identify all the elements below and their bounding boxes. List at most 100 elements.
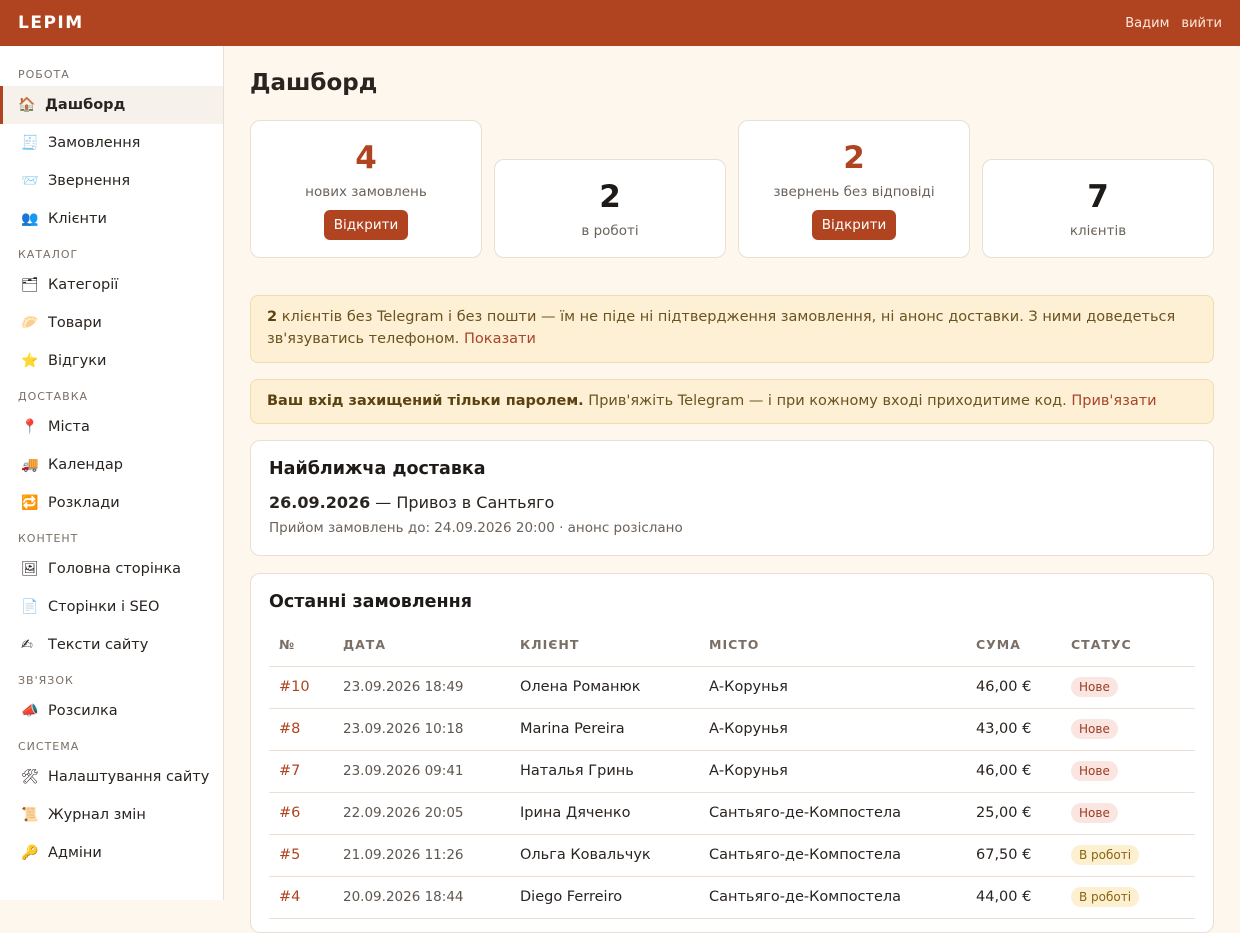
order-client: Ольга Ковальчук	[520, 847, 651, 863]
order-city-cell: А-Корунья	[709, 666, 976, 709]
order-client: Diego Ferreiro	[520, 889, 623, 905]
sidebar-item-icon: 📍	[21, 419, 39, 435]
order-status: В роботі	[1071, 887, 1140, 907]
user-link[interactable]: Вадим	[1125, 16, 1169, 31]
sidebar-item-label: Налаштування сайту	[48, 769, 210, 785]
delivery-date: 26.09.2026	[269, 493, 371, 512]
recent-orders-card: Останні замовлення № ДАТА КЛІЄНТ МІСТО С…	[250, 573, 1214, 933]
order-status: Нове	[1071, 719, 1118, 739]
brand-logo[interactable]: LEPIM	[18, 13, 84, 33]
sidebar-item[interactable]: 🔑 Адміни	[0, 834, 223, 872]
alert-text: клієнтів без Telegram і без пошти — їм н…	[267, 309, 1176, 347]
order-client-cell: Ірина Дяченко	[520, 792, 709, 835]
page-title: Дашборд	[250, 70, 378, 96]
order-status-cell: Нове	[1071, 708, 1195, 751]
order-city-cell: Сантьяго-де-Компостела	[709, 834, 976, 877]
order-date: 23.09.2026 09:41	[343, 763, 464, 779]
order-sum-cell: 67,50 €	[976, 834, 1071, 877]
sidebar-item-label: Відгуки	[48, 353, 107, 369]
sidebar-item[interactable]: ⭐ Відгуки	[0, 342, 223, 380]
order-status: В роботі	[1071, 845, 1140, 865]
sidebar-item[interactable]: 📍 Міста	[0, 408, 223, 446]
order-number-cell: #5	[269, 834, 343, 877]
sidebar-item[interactable]: 📄 Сторінки і SEO	[0, 588, 223, 626]
table-row[interactable]: #10 23.09.2026 18:49 Олена Романюк А-Корунь…	[269, 666, 1195, 709]
show-clients-link[interactable]: Показати	[464, 331, 536, 347]
col-city: МІСТО	[709, 624, 976, 667]
sidebar-item-label: Розсилка	[48, 703, 118, 719]
order-city: А-Корунья	[709, 679, 788, 695]
order-status-cell: Нове	[1071, 666, 1195, 709]
alert-bold: Ваш вхід захищений тільки паролем.	[267, 393, 584, 409]
order-number[interactable]: #6	[279, 805, 300, 821]
stat-in-progress: 2 в роботі	[494, 159, 726, 258]
sidebar-item[interactable]: 📨 Звернення	[0, 162, 223, 200]
order-date-cell: 23.09.2026 10:18	[343, 708, 520, 751]
table-row[interactable]: #7 23.09.2026 09:41 Наталья Гринь А-Корунья…	[269, 750, 1195, 793]
col-sum: СУМА	[976, 624, 1071, 667]
stat-label: в роботі	[581, 223, 639, 239]
order-date: 21.09.2026 11:26	[343, 847, 464, 863]
order-number[interactable]: #10	[279, 679, 310, 695]
open-requests-button[interactable]: Відкрити	[811, 210, 897, 240]
orders-header-row: № ДАТА КЛІЄНТ МІСТО СУМА СТАТУС	[269, 624, 1195, 667]
sidebar-item[interactable]: 🖼 Головна сторінка	[0, 550, 223, 588]
sidebar-item-label: Розклади	[48, 495, 120, 511]
order-number-cell: #6	[269, 792, 343, 835]
sidebar-item-icon: 👥	[21, 211, 39, 227]
order-number[interactable]: #5	[279, 847, 300, 863]
sidebar-group-header: ДОСТАВКА	[18, 390, 89, 403]
sidebar-item[interactable]: 🏠 Дашборд	[0, 86, 223, 124]
alert-count: 2	[267, 309, 278, 325]
link-telegram-link[interactable]: Прив'язати	[1071, 393, 1156, 409]
col-client: КЛІЄНТ	[520, 624, 709, 667]
sidebar-item-icon: 📨	[21, 173, 39, 189]
sidebar-item-icon: ✍	[21, 637, 33, 653]
order-date: 22.09.2026 20:05	[343, 805, 464, 821]
sidebar-group-header: СИСТЕМА	[18, 740, 80, 753]
logout-link[interactable]: вийти	[1181, 16, 1222, 31]
sidebar-item[interactable]: ✍ Тексти сайту	[0, 626, 223, 664]
delivery-name: — Привоз в Сантьяго	[370, 493, 555, 512]
open-new-orders-button[interactable]: Відкрити	[323, 210, 409, 240]
table-row[interactable]: #6 22.09.2026 20:05 Ірина Дяченко Сантьяго-…	[269, 792, 1195, 835]
table-row[interactable]: #4 20.09.2026 18:44 Diego Ferreiro Сантьяго…	[269, 876, 1195, 919]
sidebar-item[interactable]: 🔁 Розклади	[0, 484, 223, 522]
order-number[interactable]: #8	[279, 721, 300, 737]
sidebar-item-icon: 🏠	[18, 97, 36, 113]
order-status: Нове	[1071, 677, 1118, 697]
sidebar-item[interactable]: 🚚 Календар	[0, 446, 223, 484]
sidebar-item[interactable]: 🛠 Налаштування сайту	[0, 758, 223, 796]
order-client: Marina Pereira	[520, 721, 625, 737]
delivery-meta: Прийом замовлень до: 24.09.2026 20:00 · …	[269, 520, 683, 536]
order-status-cell: Нове	[1071, 750, 1195, 793]
sidebar-group: ДОСТАВКА 📍 Міста 🚚 Календар 🔁 Розклади	[0, 380, 223, 522]
sidebar-item[interactable]: 📜 Журнал змін	[0, 796, 223, 834]
order-number[interactable]: #4	[279, 889, 300, 905]
sidebar-item[interactable]: 👥 Клієнти	[0, 200, 223, 238]
sidebar-item-icon: 🗂	[21, 277, 39, 293]
order-number[interactable]: #7	[279, 763, 300, 779]
sidebar-item[interactable]: 🧾 Замовлення	[0, 124, 223, 162]
sidebar-item-icon: 🥟	[21, 315, 39, 331]
order-client-cell: Ольга Ковальчук	[520, 834, 709, 877]
sidebar-group-header: КОНТЕНТ	[18, 532, 79, 545]
sidebar-item-label: Міста	[48, 419, 90, 435]
sidebar-item[interactable]: 📣 Розсилка	[0, 692, 223, 730]
table-row[interactable]: #5 21.09.2026 11:26 Ольга Ковальчук Сантьяг…	[269, 834, 1195, 877]
table-row[interactable]: #8 23.09.2026 10:18 Marina Pereira А-Корунь…	[269, 708, 1195, 751]
order-status-cell: В роботі	[1071, 834, 1195, 877]
sidebar-item[interactable]: 🗂 Категорії	[0, 266, 223, 304]
order-client: Ірина Дяченко	[520, 805, 631, 821]
stat-new-orders: 4 нових замовлень Відкрити	[250, 120, 482, 258]
col-date: ДАТА	[343, 624, 520, 667]
sidebar-item[interactable]: 🥟 Товари	[0, 304, 223, 342]
sidebar-item-label: Адміни	[48, 845, 102, 861]
order-sum: 43,00 €	[976, 721, 1032, 737]
stat-value: 2	[843, 140, 865, 176]
order-number-cell: #7	[269, 750, 343, 793]
order-number-cell: #8	[269, 708, 343, 751]
stat-label: звернень без відповіді	[773, 184, 935, 200]
stat-value: 2	[599, 179, 621, 215]
sidebar-item-label: Клієнти	[48, 211, 107, 227]
